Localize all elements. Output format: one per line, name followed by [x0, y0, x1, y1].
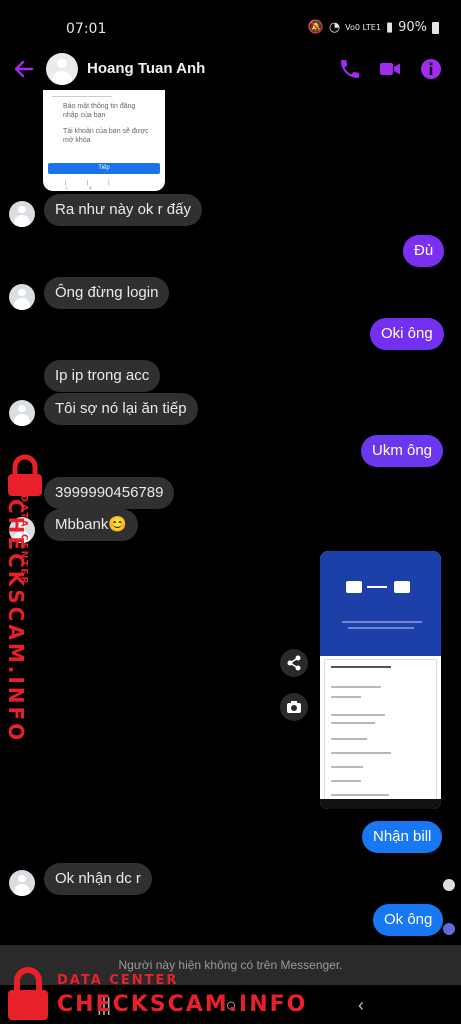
- receipt-details: [324, 659, 437, 803]
- outgoing-message[interactable]: Nhận bill: [362, 821, 443, 853]
- info-icon[interactable]: [419, 57, 443, 81]
- status-bar: 07:01 🔕 ◔ Vo0 LTE1 ▮ 90%: [0, 0, 461, 50]
- wifi-icon: ◔: [328, 20, 341, 35]
- outgoing-message[interactable]: Ukm ông: [361, 435, 444, 467]
- image-text: Tài khoản của bạn sẽ được: [63, 128, 149, 135]
- lock-icon: [8, 967, 48, 1020]
- delivered-icon: [443, 923, 455, 935]
- message-list[interactable]: Bảo mật thông tin đăng nhập của bạn Tài …: [0, 90, 461, 945]
- contact-name[interactable]: Hoang Tuan Anh: [87, 60, 205, 77]
- video-camera-icon[interactable]: [378, 57, 402, 81]
- image-text: Bảo mật thông tin đăng: [63, 103, 136, 110]
- watermark-small: DATA CENTER: [57, 973, 179, 988]
- image-line: [52, 96, 112, 97]
- incoming-message[interactable]: Tôi sợ nó lại ăn tiếp: [44, 393, 198, 425]
- battery-level: 90%: [398, 20, 427, 35]
- network-label: Vo0 LTE1: [345, 22, 381, 32]
- image-nav: |||○<: [65, 180, 130, 191]
- avatar: [9, 284, 35, 310]
- phone-icon[interactable]: [338, 57, 362, 81]
- incoming-message[interactable]: Ok nhận dc r: [44, 863, 152, 895]
- signal-icon: ▮: [385, 20, 394, 35]
- status-icons: 🔕 ◔ Vo0 LTE1 ▮ 90%: [308, 20, 439, 35]
- shared-image-receipt[interactable]: [320, 551, 441, 809]
- avatar: [9, 201, 35, 227]
- mute-icon: 🔕: [307, 20, 324, 35]
- camera-button[interactable]: [280, 693, 308, 721]
- image-text: nhập của bạn: [63, 112, 106, 119]
- avatar: [9, 870, 35, 896]
- status-time: 07:01: [66, 21, 107, 37]
- avatar: [9, 400, 35, 426]
- lock-icon: [8, 454, 42, 496]
- incoming-message[interactable]: Ra như này ok r đấy: [44, 194, 202, 226]
- share-icon: [287, 655, 301, 671]
- contact-avatar[interactable]: [46, 53, 78, 85]
- back-nav-icon[interactable]: ‹: [347, 992, 375, 1018]
- back-arrow-icon[interactable]: [12, 57, 36, 81]
- incoming-message[interactable]: Ip ip trong acc: [44, 360, 161, 392]
- camera-icon: [287, 701, 301, 713]
- shared-image-login[interactable]: Bảo mật thông tin đăng nhập của bạn Tài …: [43, 90, 165, 191]
- watermark-side: CHECKSCAM.INFO: [4, 499, 28, 744]
- receipt-header: [320, 551, 441, 656]
- share-button[interactable]: [280, 649, 308, 677]
- incoming-message[interactable]: Ông đừng login: [44, 277, 170, 309]
- watermark-large: CHECKSCAM.INFO: [57, 992, 308, 1017]
- outgoing-message[interactable]: Đù: [403, 235, 445, 267]
- incoming-message[interactable]: 3999990456789: [44, 477, 175, 509]
- chat-header: Hoang Tuan Anh: [0, 50, 461, 90]
- receipt-nav: [320, 799, 441, 809]
- image-text: mở khóa: [63, 137, 91, 144]
- seen-avatar: [443, 879, 455, 891]
- outgoing-message[interactable]: Oki ông: [370, 318, 444, 350]
- image-button: Tiếp: [48, 163, 160, 174]
- incoming-message[interactable]: Mbbank😊: [44, 509, 139, 541]
- battery-icon: [432, 21, 439, 34]
- outgoing-message[interactable]: Ok ông: [373, 904, 444, 936]
